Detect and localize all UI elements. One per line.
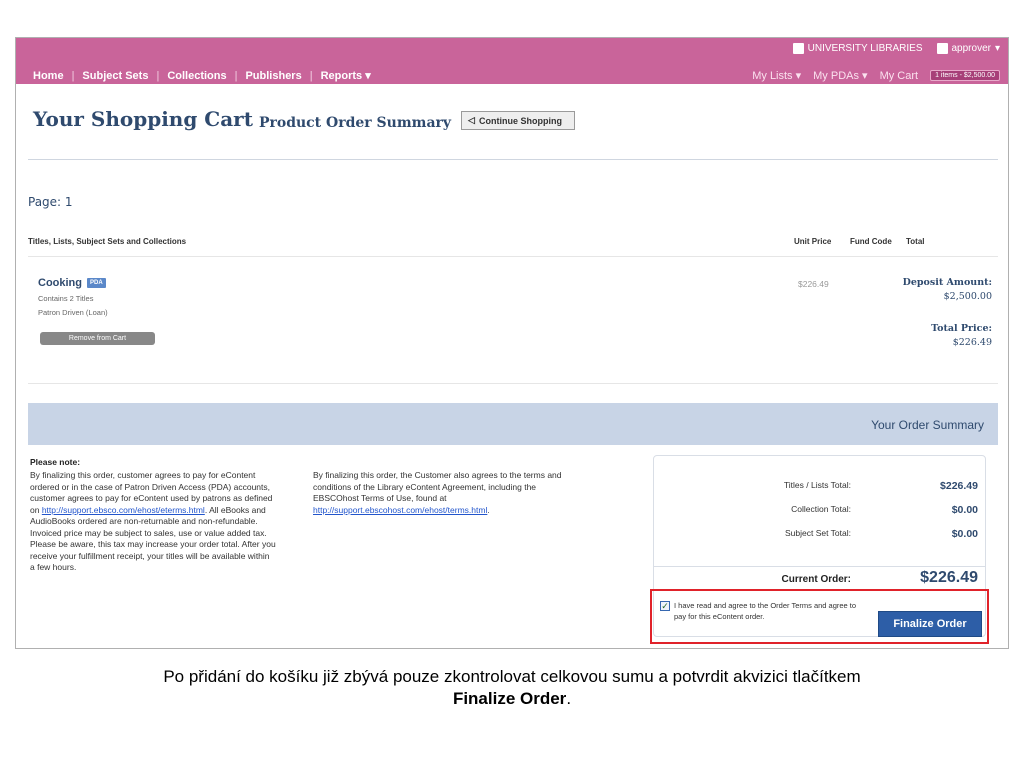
collection-total-row: Collection Total: $0.00 bbox=[654, 504, 985, 518]
agree-terms-label: I have read and agree to the Order Terms… bbox=[674, 601, 857, 621]
nav-collections[interactable]: Collections bbox=[167, 70, 226, 82]
column-header-unit-price: Unit Price bbox=[794, 237, 832, 246]
cart-item-model: Patron Driven (Loan) bbox=[38, 308, 108, 317]
note-heading: Please note: bbox=[30, 457, 81, 467]
utility-bar: UNIVERSITY LIBRARIES approver ▾ bbox=[792, 40, 1000, 57]
titles-lists-total-row: Titles / Lists Total: $226.49 bbox=[654, 480, 985, 494]
cart-item-title: Cooking PDA bbox=[38, 277, 106, 289]
nav-separator: | bbox=[309, 69, 313, 82]
page-title: Your Shopping Cart bbox=[33, 107, 253, 131]
app-window: UNIVERSITY LIBRARIES approver ▾ Home | S… bbox=[15, 37, 1009, 649]
back-arrow-icon: ◁ bbox=[468, 115, 475, 125]
finalize-order-button[interactable]: Finalize Order bbox=[878, 611, 982, 637]
chevron-down-icon: ▾ bbox=[994, 43, 1000, 54]
titles-lists-total-value: $226.49 bbox=[940, 480, 978, 492]
page-heading: Your Shopping Cart Product Order Summary… bbox=[33, 107, 575, 131]
cart-badge[interactable]: 1 items - $2,500.00 bbox=[930, 70, 1000, 81]
order-summary-band: Your Order Summary bbox=[28, 403, 998, 445]
total-price-label: Total Price: bbox=[931, 323, 992, 334]
divider bbox=[28, 383, 998, 384]
current-order-value: $226.49 bbox=[920, 569, 978, 586]
unit-price-value: $226.49 bbox=[798, 279, 829, 289]
order-summary-title: Your Order Summary bbox=[871, 418, 984, 432]
column-header-total: Total bbox=[906, 237, 925, 246]
library-icon bbox=[792, 43, 804, 54]
eterms-link[interactable]: http://support.ebsco.com/ehost/eterms.ht… bbox=[42, 505, 205, 515]
subject-set-total-value: $0.00 bbox=[951, 528, 978, 540]
cart-item-link[interactable]: Cooking bbox=[38, 277, 82, 289]
finalize-highlight-box: ✓ I have read and agree to the Order Ter… bbox=[650, 589, 989, 644]
page-subtitle: Product Order Summary bbox=[258, 115, 452, 131]
nav-publishers[interactable]: Publishers bbox=[245, 70, 301, 82]
page-number: Page: 1 bbox=[28, 195, 73, 209]
note-text: . bbox=[487, 504, 490, 515]
subject-set-total-label: Subject Set Total: bbox=[785, 528, 851, 538]
current-order-row: Current Order: $226.49 bbox=[654, 566, 985, 588]
pda-badge: PDA bbox=[87, 278, 106, 288]
cart-item-contents: Contains 2 Titles bbox=[38, 294, 94, 303]
nav-subject-sets[interactable]: Subject Sets bbox=[82, 70, 148, 82]
nav-separator: | bbox=[71, 69, 75, 82]
caption-period: . bbox=[566, 689, 572, 708]
current-order-label: Current Order: bbox=[781, 574, 851, 585]
caption-emphasis: Finalize Order bbox=[452, 689, 567, 708]
main-nav: Home | Subject Sets | Collections | Publ… bbox=[16, 67, 1008, 84]
nav-my-cart[interactable]: My Cart bbox=[880, 70, 919, 82]
total-price-value: $226.49 bbox=[952, 337, 992, 348]
divider bbox=[28, 159, 998, 160]
user-menu[interactable]: approver ▾ bbox=[936, 43, 1000, 54]
nav-reports[interactable]: Reports ▾ bbox=[321, 69, 371, 82]
top-navigation-bar: UNIVERSITY LIBRARIES approver ▾ Home | S… bbox=[16, 38, 1008, 84]
user-icon bbox=[936, 43, 948, 54]
deposit-amount-label: Deposit Amount: bbox=[902, 277, 992, 288]
caption-line-2: Finalize Order. bbox=[0, 688, 1024, 710]
user-label: approver bbox=[951, 43, 991, 54]
divider bbox=[28, 256, 998, 257]
continue-shopping-button[interactable]: ◁ Continue Shopping bbox=[461, 111, 575, 130]
nav-home[interactable]: Home bbox=[33, 70, 64, 82]
caption-line-1: Po přidání do košíku již zbývá pouze zko… bbox=[163, 667, 861, 686]
library-link[interactable]: UNIVERSITY LIBRARIES bbox=[792, 43, 923, 54]
nav-my-pdas[interactable]: My PDAs ▾ bbox=[813, 69, 867, 82]
note-text: By finalizing this order, the Customer a… bbox=[313, 470, 562, 503]
column-header-titles: Titles, Lists, Subject Sets and Collecti… bbox=[28, 237, 187, 246]
agree-terms-checkbox[interactable]: ✓ bbox=[660, 601, 670, 611]
terms-link[interactable]: http://support.ebscohost.com/ehost/terms… bbox=[313, 505, 487, 515]
slide-caption: Po přidání do košíku již zbývá pouze zko… bbox=[0, 666, 1024, 710]
collection-total-value: $0.00 bbox=[951, 504, 978, 516]
continue-shopping-label: Continue Shopping bbox=[478, 115, 562, 126]
remove-from-cart-button[interactable]: Remove from Cart bbox=[40, 332, 155, 345]
nav-my-lists[interactable]: My Lists ▾ bbox=[752, 69, 801, 82]
note-column-2: By finalizing this order, the Customer a… bbox=[313, 470, 563, 516]
subject-set-total-row: Subject Set Total: $0.00 bbox=[654, 528, 985, 542]
titles-lists-total-label: Titles / Lists Total: bbox=[783, 480, 851, 490]
nav-separator: | bbox=[234, 69, 238, 82]
library-label: UNIVERSITY LIBRARIES bbox=[807, 43, 923, 54]
column-header-fund-code: Fund Code bbox=[850, 237, 892, 246]
note-column-1: By finalizing this order, customer agree… bbox=[30, 470, 276, 574]
collection-total-label: Collection Total: bbox=[791, 504, 851, 514]
deposit-amount-value: $2,500.00 bbox=[943, 291, 992, 302]
nav-separator: | bbox=[156, 69, 160, 82]
